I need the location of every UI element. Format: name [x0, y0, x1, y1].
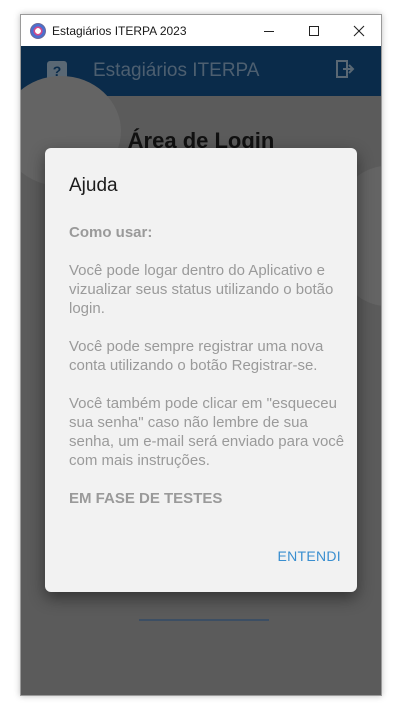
ok-button[interactable]: ENTENDI: [277, 548, 341, 564]
background-line: [139, 619, 269, 621]
title-bar[interactable]: Estagiários ITERPA 2023: [21, 15, 381, 46]
close-button[interactable]: [336, 15, 381, 46]
minimize-button[interactable]: [246, 15, 291, 46]
window-title: Estagiários ITERPA 2023: [52, 23, 187, 38]
dialog-paragraph: EM FASE DE TESTES: [69, 490, 223, 507]
close-icon: [353, 25, 364, 36]
dialog-body: Como usar: Você pode logar dentro do Apl…: [69, 223, 353, 527]
minimize-icon: [263, 30, 274, 32]
logout-icon[interactable]: [335, 59, 355, 84]
app-bar-title: Estagiários ITERPA: [93, 60, 260, 81]
app-icon: [30, 22, 46, 39]
dialog-paragraph: Você pode sempre registrar uma nova cont…: [69, 338, 324, 374]
help-dialog: Ajuda Como usar: Você pode logar dentro …: [45, 148, 357, 592]
app-window: Estagiários ITERPA 2023 ? Estagiários IT…: [20, 14, 382, 696]
maximize-icon: [308, 25, 319, 36]
app-content: ? Estagiários ITERPA Área de Login Ajuda…: [21, 46, 381, 695]
dialog-paragraph: Como usar:: [69, 224, 153, 241]
dialog-paragraph: Você também pode clicar em "esqueceu sua…: [69, 395, 345, 469]
dialog-title: Ajuda: [69, 175, 118, 196]
dialog-paragraph: Você pode logar dentro do Aplicativo e v…: [69, 262, 334, 317]
maximize-button[interactable]: [291, 15, 336, 46]
